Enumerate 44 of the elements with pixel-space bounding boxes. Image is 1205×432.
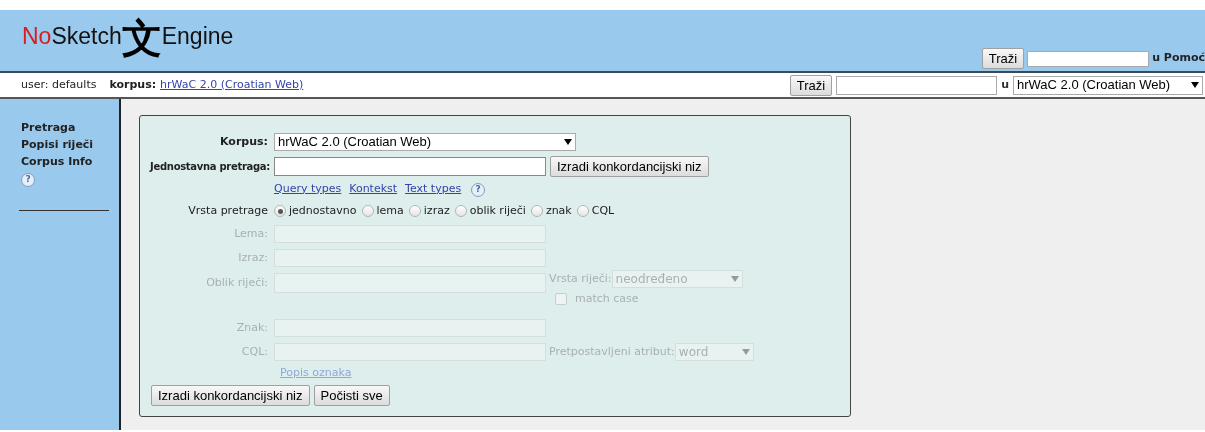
search-field[interactable] [1027,50,1150,67]
field-label: Izraz: [238,249,268,266]
radio-option[interactable]: jednostavno [274,202,357,220]
radio-option[interactable]: CQL [576,202,615,220]
caret-icon [730,276,739,282]
tab-link[interactable]: Text types [405,180,462,198]
field-label: Jednostavna pretraga: [150,159,270,174]
submit-button[interactable]: Izradi konkordancijski niz [550,155,709,177]
corpus-select[interactable]: hrWaC 2.0 (Croatian Web) [274,133,576,151]
field-label: Oblik riječi: [206,275,268,291]
search-field[interactable] [836,75,998,95]
corpus-link[interactable]: hrWaC 2.0 (Croatian Web) [160,76,304,94]
search-scope: u [1001,76,1009,93]
search-scope: u Pomoć [1152,50,1205,67]
field-label: CQL: [241,343,268,360]
radio-option[interactable]: oblik riječi [454,202,526,220]
sidebar-link[interactable]: Popisi riječi [21,136,119,153]
search-button[interactable]: Traži [981,48,1025,69]
radio-option[interactable]: lema [361,202,404,220]
sidebar-link[interactable]: Corpus Info [21,153,119,170]
input-field[interactable] [274,156,546,176]
field-label: Znak: [236,319,268,336]
user-label: user: defaults [21,76,97,93]
search-button[interactable]: Traži [789,74,833,96]
corpus-label: korpus: [109,76,157,93]
caret-icon [1191,82,1199,88]
field-label: Vrsta riječi: [549,270,612,287]
clear-button[interactable]: Počisti sve [313,385,390,406]
radio-option[interactable]: izraz [408,202,450,220]
corpus-select[interactable]: hrWaC 2.0 (Croatian Web) [1013,75,1203,95]
field-label: Vrsta pretrage [188,202,268,219]
caret-icon [741,349,750,355]
help-icon[interactable]: ? [21,172,35,187]
radio-option[interactable]: znak [530,202,572,220]
sidebar-link[interactable]: Pretraga [21,119,119,136]
checkbox-label: match case [575,291,639,307]
caret-icon [564,139,572,145]
help-icon[interactable]: ? [471,182,486,197]
submit-button[interactable]: Izradi konkordancijski niz [151,385,310,406]
tab-link[interactable]: Kontekst [349,180,398,198]
field-label: Pretpostavljeni atribut: [549,343,675,360]
field-label: Lema: [234,225,268,242]
tab-link[interactable]: Query types [274,180,342,198]
field-label: Korpus: [220,133,268,150]
